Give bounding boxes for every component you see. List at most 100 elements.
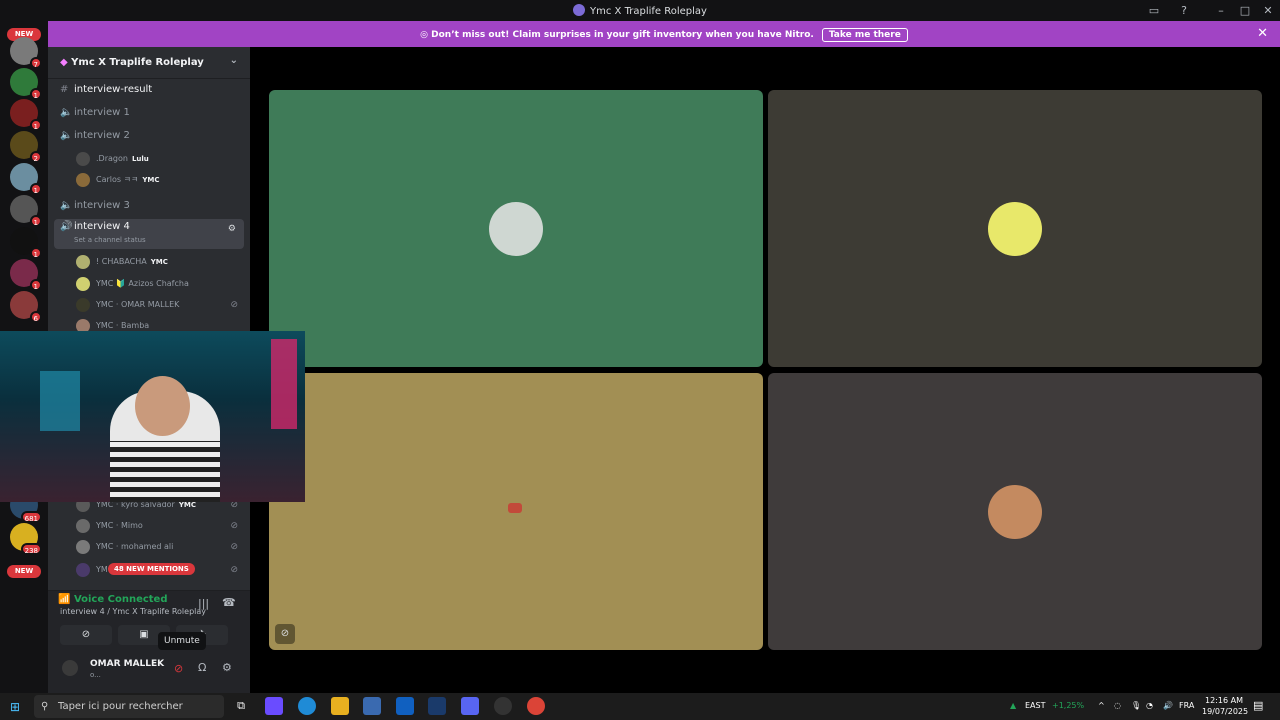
server-icon[interactable]: 238 xyxy=(10,523,42,555)
member-name: YM xyxy=(96,565,108,574)
video-tile[interactable]: ⊘ xyxy=(269,373,763,650)
voice-member[interactable]: YMC · OMAR MALLEK xyxy=(76,296,179,314)
market-name[interactable]: EAST xyxy=(1025,701,1046,710)
video-tile[interactable] xyxy=(768,373,1262,650)
avatar xyxy=(76,151,90,166)
help-icon[interactable]: ? xyxy=(1176,3,1192,18)
unread-badge: 2 xyxy=(29,151,42,163)
network-icon[interactable]: ◌ xyxy=(1114,701,1121,710)
channel-label: interview 4 xyxy=(74,221,130,232)
channel-label: interview-result xyxy=(74,84,153,95)
voice-status: 📶 Voice Connected xyxy=(58,594,168,605)
search-icon: ⚲ xyxy=(41,701,49,712)
member-name: YMC · OMAR MALLEK xyxy=(96,300,180,309)
server-icon[interactable]: 1 xyxy=(10,99,42,131)
maximize-icon[interactable]: □ xyxy=(1237,3,1253,18)
channel-interview-result[interactable]: # interview-result xyxy=(54,80,244,100)
close-window-icon[interactable]: ✕ xyxy=(1260,3,1276,18)
channel-interview-1[interactable]: 🔈 interview 1 xyxy=(54,103,244,123)
new-mentions-pill[interactable]: 48 NEW MENTIONS xyxy=(108,563,195,575)
copilot-icon[interactable] xyxy=(265,697,283,715)
chevron-up-icon[interactable]: ^ xyxy=(1098,701,1105,710)
clock-date[interactable]: 19/07/2025 xyxy=(1202,707,1248,716)
obs-icon[interactable] xyxy=(494,697,512,715)
channel-interview-4[interactable]: 🔊 interview 4 Set a channel status ⚙ xyxy=(54,219,244,249)
wifi-icon[interactable]: ◔ xyxy=(1146,701,1153,710)
avatar[interactable] xyxy=(62,660,78,676)
headphones-icon[interactable]: Ω xyxy=(198,661,206,674)
video-tile[interactable] xyxy=(768,90,1262,367)
taskbar-search[interactable]: ⚲ Taper ici pour rechercher xyxy=(34,695,224,718)
task-view-icon[interactable]: ⧉ xyxy=(232,697,250,715)
edge-icon[interactable] xyxy=(298,697,316,715)
voice-location[interactable]: interview 4 / Ymc X Traplife Roleplay xyxy=(60,607,206,616)
voice-member[interactable]: YMC 🔰 Azizos Chafcha xyxy=(76,275,189,293)
store-icon[interactable] xyxy=(363,697,381,715)
server-icon[interactable]: 1 xyxy=(10,259,42,291)
server-icon[interactable]: 1 xyxy=(10,227,42,259)
outlook-icon[interactable] xyxy=(396,697,414,715)
server-header[interactable]: ◆ Ymc X Traplife Roleplay ⌄ xyxy=(48,47,250,79)
server-icon[interactable]: 1 xyxy=(10,163,42,195)
voice-status-text: Voice Connected xyxy=(73,594,168,605)
channel-interview-2[interactable]: 🔈 interview 2 xyxy=(54,126,244,146)
server-icon[interactable]: 6 xyxy=(10,291,42,323)
member-tag: Lulu xyxy=(131,155,149,163)
avatar xyxy=(76,562,90,577)
voice-member[interactable]: YMC · Mimo xyxy=(76,517,143,535)
language-indicator[interactable]: FRA xyxy=(1179,701,1194,710)
market-change: +1,25% xyxy=(1052,701,1085,710)
speaker-icon: 🔈 xyxy=(60,107,73,118)
voice-member[interactable]: YM xyxy=(76,561,108,579)
windows-taskbar: ⊞ ⚲ Taper ici pour rechercher ⧉ ▲ EAST +1… xyxy=(0,693,1280,720)
avatar xyxy=(76,539,90,554)
avatar xyxy=(76,254,90,269)
disconnect-icon[interactable]: ☎ xyxy=(222,596,236,609)
voice-member[interactable]: .Dragon Lulu xyxy=(76,150,149,168)
nitro-banner: ◎ Don’t miss out! Claim surprises in you… xyxy=(48,21,1280,47)
channel-status-hint[interactable]: Set a channel status xyxy=(60,235,244,245)
muted-mic-icon[interactable]: ⊘ xyxy=(174,662,183,675)
video-tile[interactable] xyxy=(269,90,763,367)
voice-member[interactable]: ! CHABACHA YMC xyxy=(76,253,168,271)
clock-time[interactable]: 12:16 AM xyxy=(1205,696,1243,705)
inbox-icon[interactable]: ▭ xyxy=(1146,3,1162,18)
unread-badge: 1 xyxy=(29,183,42,195)
speaker-icon: 🔈 xyxy=(60,130,73,141)
unread-badge: 7 xyxy=(29,57,42,69)
minimize-icon[interactable]: – xyxy=(1213,3,1229,18)
channel-interview-3[interactable]: 🔈 interview 3 xyxy=(54,196,244,216)
user-settings-icon[interactable]: ⚙ xyxy=(222,661,232,674)
avatar xyxy=(76,172,90,187)
voice-member[interactable]: YMC · mohamed ali xyxy=(76,538,173,556)
member-name: YMC · mohamed ali xyxy=(96,542,174,551)
channel-label: interview 2 xyxy=(74,130,130,141)
member-name: YMC · Mimo xyxy=(96,521,143,530)
server-icon[interactable]: 7 xyxy=(10,37,42,69)
user-panel: OMAR MALLEK o... ⊘ Ω ⚙ xyxy=(48,650,250,693)
microphone-icon[interactable]: 🎙 xyxy=(1131,701,1141,710)
webcam-overlay xyxy=(0,331,305,502)
windows-start-icon[interactable]: ⊞ xyxy=(10,700,20,714)
close-banner-icon[interactable]: ✕ xyxy=(1257,26,1268,41)
server-icon[interactable]: 1 xyxy=(10,68,42,100)
member-name: ! CHABACHA xyxy=(96,257,147,266)
channel-label: interview 3 xyxy=(74,200,130,211)
chevron-down-icon[interactable]: ⌄ xyxy=(230,55,238,66)
steam-icon[interactable] xyxy=(428,697,446,715)
volume-icon[interactable]: 🔊 xyxy=(1163,701,1173,710)
take-me-there-button[interactable]: Take me there xyxy=(821,28,908,42)
camera-off-button[interactable]: ⊘ xyxy=(60,625,112,645)
channel-settings-icon[interactable]: ⚙ xyxy=(228,219,236,239)
voice-member[interactable]: Carlos ㅋㅋ YMC xyxy=(76,171,160,189)
chrome-icon[interactable] xyxy=(527,697,545,715)
unread-badge: 1 xyxy=(29,88,42,100)
file-explorer-icon[interactable] xyxy=(331,697,349,715)
server-icon[interactable]: 1 xyxy=(10,195,42,227)
nitro-icon: ◎ xyxy=(420,30,432,40)
new-pill-bottom[interactable]: NEW xyxy=(7,565,41,578)
server-icon[interactable]: 2 xyxy=(10,131,42,163)
discord-icon[interactable] xyxy=(461,697,479,715)
notifications-icon[interactable]: ▤ xyxy=(1253,699,1263,712)
noise-suppression-icon[interactable]: ||| xyxy=(198,597,209,610)
